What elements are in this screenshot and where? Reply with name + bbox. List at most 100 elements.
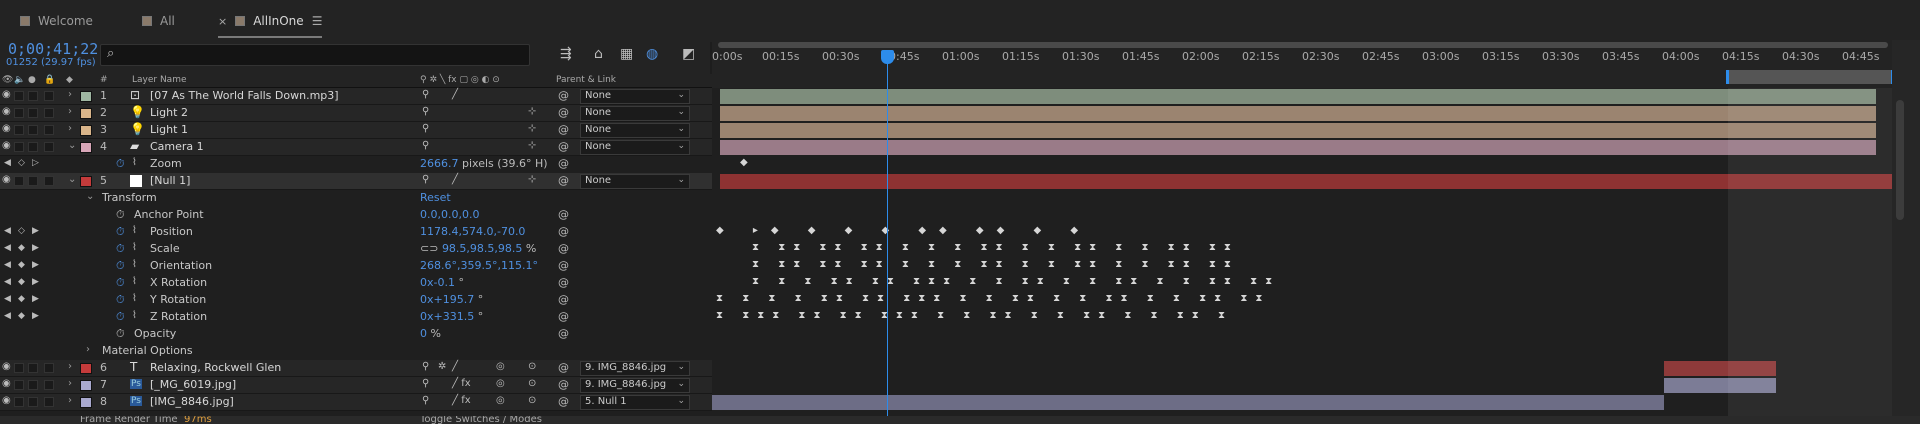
next-keyframe-icon[interactable]: ▶ [32, 294, 39, 304]
playhead-handle[interactable] [881, 50, 894, 64]
audio-toggle[interactable] [14, 125, 24, 135]
shy-switch-icon[interactable]: ⚲ [422, 361, 429, 372]
quality-switch-icon[interactable]: ╱ fx [452, 395, 471, 406]
keyframes-icon[interactable]: ⧗ ⧗⧗ ⧗⧗ ⧗⧗ ⧗ ⧗ ⧗ ⧗⧗ ⧗ ⧗ ⧗⧗ ⧗ ⧗ ⧗⧗ ⧗⧗ [752, 259, 1239, 270]
add-keyframe-icon[interactable]: ◆ [18, 260, 25, 270]
chevron-right-icon[interactable]: › [68, 361, 72, 372]
solo-toggle[interactable] [28, 380, 38, 390]
chevron-right-icon[interactable]: › [68, 378, 72, 389]
stopwatch-icon[interactable]: ⏱ [116, 327, 125, 341]
property-row-anchor-point[interactable]: ⏱ Anchor Point 0.0,0.0,0.0 @ [0, 207, 712, 224]
tab-menu-icon[interactable]: ☰ [312, 14, 323, 28]
layer-row-8[interactable]: ◉ › 8 Ps [IMG_8846.jpg] ⚲ ╱ fx ◎ ⊙ @ 5. … [0, 394, 712, 411]
quality-switch-icon[interactable]: ╱ [452, 89, 458, 100]
label-column-icon[interactable]: ◆ [66, 75, 73, 85]
motion-blur-icon[interactable]: ◍ [646, 46, 658, 62]
label-color-chip[interactable] [80, 91, 92, 102]
lock-column-icon[interactable]: 🔒 [44, 75, 55, 85]
parent-pickwhip-icon[interactable]: @ [558, 89, 569, 102]
property-row-orientation[interactable]: ◀ ◆ ▶ ⏱ ⌇ Orientation 268.6°,359.5°,115.… [0, 258, 712, 275]
eye-icon[interactable]: ◉ [2, 123, 11, 134]
property-row-position[interactable]: ◀ ◇ ▶ ⏱ ⌇ Position 1178.4,574.0,-70.0 @ [0, 224, 712, 241]
parent-dropdown[interactable]: None ⌄ [580, 123, 690, 138]
layer-row-6[interactable]: ◉ › 6 T Relaxing, Rockwell Glen ⚲ ✲ ╱ ◎ … [0, 360, 712, 377]
stopwatch-icon[interactable]: ⏱ [116, 293, 125, 307]
collapse-switch-icon[interactable]: ✲ [438, 361, 446, 372]
lock-toggle[interactable] [44, 380, 54, 390]
solo-column-icon[interactable]: ● [28, 75, 36, 85]
property-value[interactable]: ⊂⊃ 98.5,98.5,98.5 % [420, 242, 536, 255]
graph-editor-icon[interactable]: ◩ [682, 46, 695, 62]
eye-icon[interactable]: ◉ [2, 140, 11, 151]
add-keyframe-icon[interactable]: ◇ [18, 158, 25, 168]
toggle-switches-modes[interactable]: Toggle Switches / Modes [420, 416, 542, 424]
graph-icon[interactable]: ⌇ [132, 259, 137, 270]
expression-pickwhip-icon[interactable]: @ [558, 293, 569, 306]
property-row-z-rotation[interactable]: ◀ ◆ ▶ ⏱ ⌇ Z Rotation 0x+331.5 ° @ [0, 309, 712, 326]
eye-icon[interactable]: ◉ [2, 378, 11, 389]
layer-bar[interactable] [720, 140, 1876, 155]
parent-pickwhip-icon[interactable]: @ [558, 106, 569, 119]
audio-toggle[interactable] [14, 108, 24, 118]
shy-switch-icon[interactable]: ⚲ [422, 123, 429, 134]
prev-keyframe-icon[interactable]: ◀ [4, 311, 11, 321]
label-color-chip[interactable] [80, 142, 92, 153]
expression-pickwhip-icon[interactable]: @ [558, 157, 569, 170]
opacity-value[interactable]: 0 [420, 327, 427, 340]
add-keyframe-icon[interactable]: ◆ [18, 277, 25, 287]
shy-switch-icon[interactable]: ⚲ [422, 378, 429, 389]
audio-toggle[interactable] [14, 176, 24, 186]
property-value[interactable]: 2666.7 pixels (39.6° H) [420, 157, 548, 170]
chevron-right-icon[interactable]: › [68, 106, 72, 117]
work-area-bar[interactable] [1726, 70, 1894, 84]
chevron-right-icon[interactable]: › [68, 395, 72, 406]
motion-blur-switch-icon[interactable]: ◎ [496, 361, 505, 372]
prev-keyframe-icon[interactable]: ◀ [4, 294, 11, 304]
property-row-opacity[interactable]: ⏱ Opacity 0 % @ [0, 326, 712, 343]
parent-pickwhip-icon[interactable]: @ [558, 378, 569, 391]
3d-layer-switch-icon[interactable]: ⊙ [528, 378, 536, 389]
close-tab-icon[interactable]: × [218, 15, 227, 28]
expression-pickwhip-icon[interactable]: @ [558, 327, 569, 340]
next-keyframe-icon[interactable]: ▶ [32, 277, 39, 287]
z-rotation-value[interactable]: 0x+331.5 [420, 310, 474, 323]
expression-pickwhip-icon[interactable]: @ [558, 225, 569, 238]
expression-pickwhip-icon[interactable]: @ [558, 259, 569, 272]
transform-group-row[interactable]: ⌄ Transform Reset [0, 190, 712, 207]
solo-toggle[interactable] [28, 363, 38, 373]
property-value[interactable]: 0x+331.5 ° [420, 310, 483, 323]
material-options-row[interactable]: › Material Options [0, 343, 712, 360]
motion-blur-switch-icon[interactable]: ◎ [496, 395, 505, 406]
keyframes-icon[interactable]: ⧗ ⧗ ⧗ ⧗⧗ ⧗⧗ ⧗⧗⧗ ⧗ ⧗ ⧗⧗ ⧗ ⧗ ⧗⧗ ⧗ ⧗ ⧗⧗ ⧗⧗ [752, 276, 1280, 287]
quality-switch-icon[interactable]: ╱ fx [452, 378, 471, 389]
eye-icon[interactable]: ◉ [2, 395, 11, 406]
layer-row-4[interactable]: ◉ ⌄ 4 ▰ Camera 1 ⚲ ⊹ @ None ⌄ [0, 139, 712, 156]
parent-dropdown[interactable]: 5. Null 1 ⌄ [580, 395, 690, 410]
vertical-scrollbar[interactable] [1896, 100, 1904, 220]
parent-dropdown[interactable]: 9. IMG_8846.jpg ⌄ [580, 361, 690, 376]
eye-icon[interactable]: ◉ [2, 361, 11, 372]
shy-layers-icon[interactable]: ⌂ [594, 46, 603, 62]
layer-bar[interactable] [712, 395, 1664, 410]
hash-column[interactable]: # [100, 75, 108, 85]
layer-bar[interactable] [720, 89, 1876, 104]
stopwatch-icon[interactable]: ⏱ [116, 276, 125, 290]
3d-layer-switch-icon[interactable]: ⊹ [528, 106, 536, 117]
motion-blur-switch-icon[interactable]: ◎ [496, 378, 505, 389]
label-color-chip[interactable] [80, 397, 92, 408]
property-row-y-rotation[interactable]: ◀ ◆ ▶ ⏱ ⌇ Y Rotation 0x+195.7 ° @ [0, 292, 712, 309]
property-row-zoom[interactable]: ◀ ◇ ▷ ⏱ ⌇ Zoom 2666.7 pixels (39.6° H) @ [0, 156, 712, 173]
lock-toggle[interactable] [44, 397, 54, 407]
tab-welcome[interactable]: Welcome [20, 10, 93, 32]
stopwatch-icon[interactable]: ⏱ [116, 208, 125, 222]
keyframes-icon[interactable]: ◆ ▸◆ ◆ ◆ ◆ ◆◆ ◆◆ ◆ ◆ [716, 225, 1091, 236]
chevron-down-icon[interactable]: ⌄ [86, 191, 94, 202]
chevron-right-icon[interactable]: › [68, 89, 72, 100]
layer-name[interactable]: Relaxing, Rockwell Glen [150, 361, 281, 374]
property-value[interactable]: 0x+195.7 ° [420, 293, 483, 306]
shy-switch-icon[interactable]: ⚲ [422, 140, 429, 151]
layer-name[interactable]: Light 1 [150, 123, 188, 136]
property-row-x-rotation[interactable]: ◀ ◆ ▶ ⏱ ⌇ X Rotation 0x-0.1 ° @ [0, 275, 712, 292]
3d-layer-switch-icon[interactable]: ⊙ [528, 395, 536, 406]
label-color-chip[interactable] [80, 363, 92, 374]
